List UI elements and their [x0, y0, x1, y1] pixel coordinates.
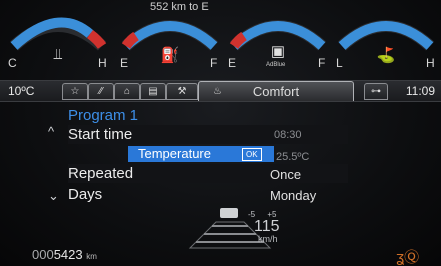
tab-favorites[interactable]: ☆: [62, 83, 88, 100]
ok-badge: OK: [242, 148, 262, 161]
menu-item-value: Once: [270, 167, 302, 182]
adblue-icon: ▣: [270, 43, 286, 60]
odometer-prefix: 000: [32, 247, 54, 262]
coolant-temperature-icon: ⫫: [53, 46, 63, 63]
adblue-label: AdBlue: [266, 62, 286, 68]
gauge-max-label: H: [426, 56, 435, 70]
tab-settings[interactable]: ⚒: [166, 83, 198, 100]
gauge-min-label: E: [228, 56, 237, 70]
fuel-pump-icon: ⛽: [160, 47, 180, 64]
star-icon: ☆: [70, 86, 80, 97]
wrench-icon: ⚒: [177, 86, 187, 97]
glow-plug-warning-icon: ʓⓆ: [396, 249, 420, 266]
gauge-min-label: E: [120, 56, 129, 70]
menu-item-value: Monday: [270, 188, 317, 203]
adblue-gauge: E ▣ AdBlue F: [228, 4, 328, 82]
tab-comfort[interactable]: ♨ Comfort: [198, 81, 354, 101]
gauge-min-label: L: [336, 56, 343, 70]
menu-item-label: Days: [68, 186, 103, 203]
coolant-gauge: C ⫫ H: [8, 4, 108, 82]
gauge-max-label: F: [210, 56, 218, 70]
menu-item-repeated[interactable]: Repeated Once: [68, 164, 348, 183]
gauge-max-label: F: [318, 56, 326, 70]
fuel-gauge: E ⛽ F: [120, 4, 220, 82]
menu-item-temperature[interactable]: Temperature OK 25.5ºC: [68, 146, 348, 165]
menu-title: Program 1: [68, 106, 348, 125]
menu-item-label: Temperature: [138, 146, 211, 161]
instrument-cluster-screen: { "range_text": "552 km to E", "gauges":…: [0, 0, 441, 266]
heat-icon: ♨: [213, 86, 222, 97]
selection-highlight: Temperature OK: [128, 146, 274, 162]
menu-item-label: Repeated: [68, 165, 134, 182]
car-assist-icon: ⌂: [123, 86, 131, 97]
tab-driver-assist[interactable]: ⌂: [114, 83, 140, 100]
tab-comfort-label: Comfort: [252, 84, 300, 99]
menu-item-start-time[interactable]: Start time 08:30: [68, 125, 348, 144]
scroll-up-icon[interactable]: ^: [48, 124, 54, 139]
menu-item-label: Start time: [68, 126, 133, 143]
outside-temperature: 10ºC: [8, 84, 35, 98]
gauge-min-label: C: [8, 56, 17, 70]
odometer-value: 5423: [53, 247, 83, 262]
display-settings-icon: ⊶: [371, 86, 381, 97]
tab-audio[interactable]: ▤: [140, 83, 166, 100]
gauge-max-label: H: [98, 56, 107, 70]
road-icon: ⁄⁄: [99, 86, 103, 97]
odometer: 0005423 km: [32, 247, 97, 262]
menu-tab-bar: 10ºC ☆ ⁄⁄ ⌂ ▤ ⚒ ♨ Comfort ⊶ 11:09: [0, 80, 441, 102]
menu-item-days[interactable]: Days Monday: [68, 185, 348, 204]
audio-icon: ▤: [148, 86, 158, 97]
clock: 11:09: [405, 84, 435, 98]
oil-gauge: L ⛳ H: [336, 4, 436, 82]
speed-unit: km/h: [258, 234, 278, 244]
odometer-unit: km: [86, 252, 97, 261]
tab-display[interactable]: ⊶: [364, 83, 388, 100]
scroll-down-icon[interactable]: ⌄: [48, 188, 59, 204]
menu-item-value: 08:30: [274, 129, 302, 141]
program-title: Program 1: [68, 107, 139, 124]
oil-can-icon: ⛳: [376, 47, 396, 64]
tab-trip[interactable]: ⁄⁄: [88, 83, 114, 100]
